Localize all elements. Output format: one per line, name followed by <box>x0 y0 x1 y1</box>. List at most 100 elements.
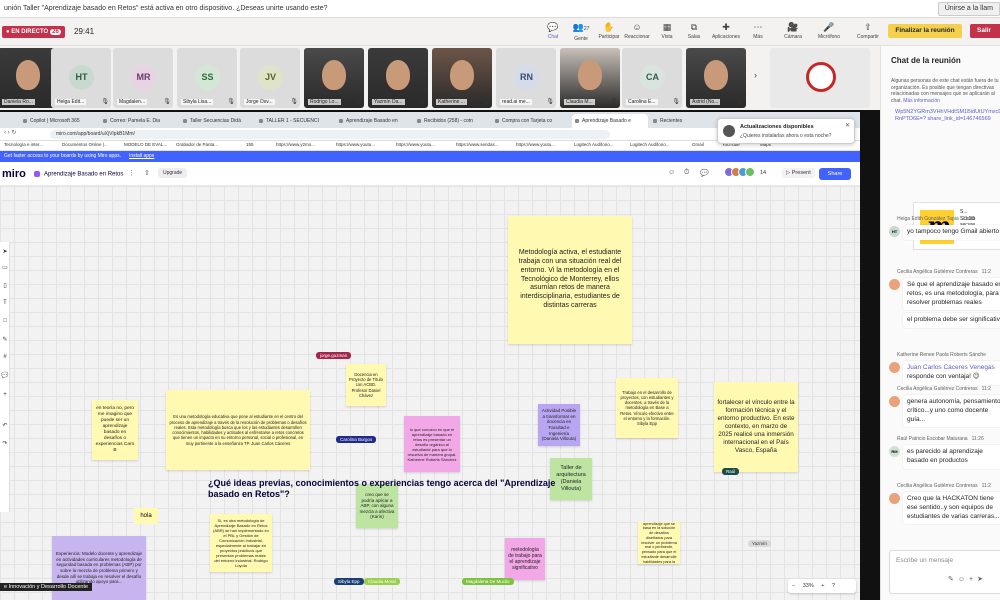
chat-button[interactable]: 💬 Chat <box>540 20 566 44</box>
send-icon[interactable]: ➤ <box>977 576 987 583</box>
mention-name[interactable]: Juan Carlos Cáceres Venegas <box>907 364 1000 373</box>
undo-icon[interactable]: ↶ <box>0 422 10 429</box>
timer-icon[interactable]: ⏱ <box>684 169 689 177</box>
share-button[interactable]: Share <box>819 168 851 180</box>
browser-tab[interactable]: Copilot | Microsoft 365 <box>20 114 96 128</box>
participant-tile[interactable]: RN read.ai me... 🎙 <box>496 48 556 108</box>
bookmark-item[interactable]: Grabador de Panta... <box>176 142 218 147</box>
more-info-link[interactable]: Más información <box>903 98 940 104</box>
bookmark-item[interactable]: Documentos Online |... <box>62 142 108 147</box>
hola-note[interactable]: hola <box>134 508 158 524</box>
export-icon[interactable]: ⇧ <box>144 169 150 177</box>
reactions-icon[interactable]: ☺ <box>668 169 675 176</box>
people-button[interactable]: 👥27 Gente <box>568 20 594 44</box>
browser-tab[interactable]: TALLER 1 - SECUENCI <box>256 114 332 128</box>
sticky-note[interactable]: Metodología activa, el estudiante trabaj… <box>508 216 632 344</box>
miro-board-canvas[interactable]: Metodología activa, el estudiante trabaj… <box>0 186 860 600</box>
zoom-control[interactable]: − 33% + ? <box>788 579 856 593</box>
sticky-note[interactable]: Sí, es otra metodología de Aprendizaje B… <box>210 514 272 572</box>
sticky-note[interactable]: Metodología de aprendizaje que se basa e… <box>638 522 680 564</box>
sticky-note-icon[interactable]: ▯ <box>0 282 10 289</box>
present-button[interactable]: ▷ Present <box>782 168 815 178</box>
bookmark-item[interactable]: Logitech Audifono... <box>630 142 670 147</box>
participant-tile[interactable]: MR Magdalen... 🎙 <box>113 48 173 108</box>
menu-icon[interactable]: ⋮ <box>128 169 135 177</box>
sticky-note[interactable]: Actividad Posible a transformar en docen… <box>538 404 580 446</box>
share-screen-button[interactable]: ⇪ Compartir <box>855 20 881 44</box>
sticky-note[interactable]: metodología de trabajo para el aprendiza… <box>505 538 545 580</box>
frame-tool-icon[interactable]: # <box>0 354 10 360</box>
browser-tab[interactable]: Recientes <box>650 114 710 128</box>
add-icon[interactable]: + <box>0 392 10 398</box>
leave-button[interactable]: Salir <box>970 24 1000 38</box>
sticky-note[interactable]: Docencia en Proyecto de Título con ACBD.… <box>346 364 386 406</box>
sticky-note[interactable]: Es una metodología educativa que pone al… <box>166 390 310 470</box>
shapes-icon[interactable]: □ <box>0 318 10 324</box>
raise-hand-button[interactable]: ✋ Participar <box>596 20 622 44</box>
participant-tile[interactable]: SS Sibyla Lisa... 🎙 <box>177 48 237 108</box>
bookmark-item[interactable]: Gmail <box>692 142 704 147</box>
shared-link[interactable]: Wp5N2YGRm3VHhVHdtSM1BidUtUYmxcDRnPTD6E=?… <box>895 109 1000 124</box>
sticky-note[interactable]: fortalecer el vínculo entre la formación… <box>714 382 798 472</box>
browser-tab[interactable]: Correo: Pamela E. Dia <box>100 114 176 128</box>
sticky-note[interactable]: Trabajo en el desarrollo de proyectos, c… <box>616 378 678 438</box>
react-button[interactable]: ☺ Reaccionar <box>624 20 650 44</box>
apps-button[interactable]: ✚ Aplicaciones <box>710 20 742 44</box>
pen-icon[interactable]: ✎ <box>0 336 10 343</box>
bookmark-item[interactable]: MODELO DE EVAL... <box>124 142 167 147</box>
zoom-in-icon[interactable]: + <box>821 583 824 589</box>
chat-compose-box[interactable]: Escribe un mensaje ✎☺+➤ <box>889 550 1000 594</box>
url-field[interactable]: miro.com/app/board/uXjVIpkB1Mm/ <box>50 130 610 139</box>
browser-tab[interactable]: Recibidos (258) - cotn <box>414 114 490 128</box>
participant-tile[interactable]: Claudia M... 🎙 <box>560 48 620 108</box>
participant-tile[interactable]: HT Helga Edit... 🎙 <box>51 48 111 108</box>
help-icon[interactable]: ? <box>832 583 835 589</box>
close-icon[interactable]: ✕ <box>845 122 850 129</box>
text-icon[interactable]: T <box>0 300 10 306</box>
nav-arrows-icon[interactable]: ‹ › ↻ <box>4 129 16 136</box>
bookmark-item[interactable]: Logitech Audifono... <box>574 142 614 147</box>
collaborator-avatar[interactable] <box>745 167 755 177</box>
attach-icon[interactable]: + <box>969 576 977 583</box>
participant-tile[interactable]: CA Carolina E... 🎙 <box>622 48 682 108</box>
zoom-out-icon[interactable]: − <box>792 583 795 589</box>
participant-tile[interactable]: Astrid (No... 🎙 <box>686 48 746 108</box>
upgrade-button[interactable]: Upgrade <box>158 168 188 178</box>
sticky-note[interactable]: lo que conozco es que el aprendizaje bas… <box>404 416 460 472</box>
browser-tab[interactable]: Aprendizaje Basado en <box>336 114 412 128</box>
board-name[interactable]: Aprendizaje Basado en Retos <box>34 171 123 178</box>
participant-tile[interactable]: Daniela Ro...🎙 <box>0 48 58 108</box>
bookmark-item[interactable]: https://www.y2mo... <box>276 142 315 147</box>
collaborator-count[interactable]: 14 <box>760 170 766 176</box>
format-icon[interactable]: ✎ <box>948 576 958 583</box>
bookmark-item[interactable]: Tecnología e inter... <box>4 142 43 147</box>
view-button[interactable]: ▦ Vista <box>654 20 680 44</box>
sticky-note[interactable]: en teoría no, pero me imagino que puede … <box>92 400 138 460</box>
chat-bubble-icon[interactable]: 💬 <box>700 169 709 177</box>
participant-tile[interactable]: JV Jorge Osv... 🎙 <box>240 48 300 108</box>
bookmark-item[interactable]: 155 <box>246 142 254 147</box>
pointer-icon[interactable]: ➤ <box>0 248 10 255</box>
update-popup[interactable]: Actualizaciones disponibles ¿Quieres ins… <box>717 118 855 144</box>
browser-tab[interactable]: Aprendizaje Basado e <box>572 114 648 128</box>
chevron-right-icon[interactable]: › <box>754 70 757 80</box>
more-button[interactable]: ⋯ Más <box>745 20 771 44</box>
bookmark-item[interactable]: https://www.youtu... <box>516 142 555 147</box>
bookmark-item[interactable]: https://www.youtu... <box>396 142 435 147</box>
bookmark-item[interactable]: https://www.seridas... <box>456 142 499 147</box>
participant-tile[interactable]: Rodrigo Lo... 🎙 <box>304 48 364 108</box>
browser-tab[interactable]: Taller Secuencias Didá <box>180 114 256 128</box>
camera-button[interactable]: 🎥 Cámara <box>780 20 806 44</box>
redo-icon[interactable]: ↷ <box>0 440 10 447</box>
bookmark-item[interactable]: https://www.youtu... <box>336 142 375 147</box>
browser-tab[interactable]: Compra con Tarjeta co <box>492 114 568 128</box>
install-apps-link[interactable]: Install apps <box>129 153 154 159</box>
frame-icon[interactable]: ▭ <box>0 264 10 271</box>
participant-tile[interactable]: Yazmín Da... 🎙 <box>368 48 428 108</box>
emoji-icon[interactable]: ☺ <box>958 576 969 583</box>
comment-icon[interactable]: 💬 <box>0 372 10 379</box>
end-meeting-button[interactable]: Finalizar la reunión <box>888 24 962 38</box>
participant-tile[interactable]: Katherine ... 🎙 <box>432 48 492 108</box>
join-here-button[interactable]: Únirse a la llam <box>937 2 1000 16</box>
mic-button[interactable]: 🎤 Micrófono <box>816 20 842 44</box>
